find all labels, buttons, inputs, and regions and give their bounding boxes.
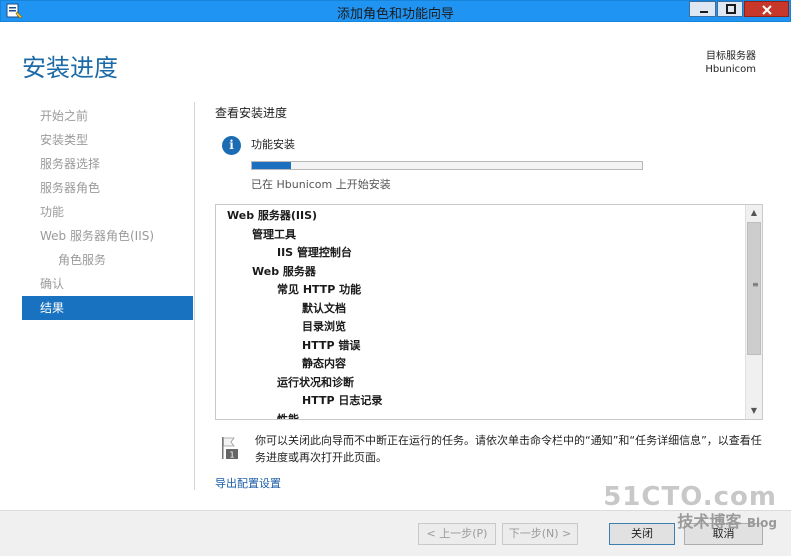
page-title: 安装进度 [22, 54, 118, 82]
feature-installation-label: 功能安装 [251, 138, 295, 151]
cancel-button[interactable]: 取消 [684, 523, 763, 545]
next-button[interactable]: 下一步(N) > [502, 523, 578, 545]
flag-number: 1 [229, 451, 234, 460]
notification-flag-icon: 1 [222, 437, 238, 460]
tree-item: HTTP 错误 [302, 338, 361, 352]
minimize-icon [700, 11, 708, 13]
tree-item: 性能 [277, 412, 299, 420]
tree-item: HTTP 日志记录 [302, 394, 383, 407]
nav-item-server-selection: 服务器选择 [40, 157, 101, 171]
title-bar: 添加角色和功能向导 [0, 0, 791, 22]
wizard-nav: 开始之前 安装类型 服务器选择 服务器角色 功能 Web 服务器角色(IIS) … [22, 104, 193, 320]
nav-item-results[interactable]: 结果 [22, 296, 193, 320]
tree-item: 管理工具 [252, 227, 296, 241]
feature-tree-list[interactable]: Web 服务器(IIS) 管理工具 IIS 管理控制台 Web 服务器常见 HTTP … [215, 204, 763, 420]
scroll-thumb[interactable]: ≡ [747, 222, 761, 355]
install-progress-bar [251, 161, 643, 170]
list-scrollbar[interactable]: ▲ ≡ ▼ [745, 205, 762, 419]
wizard-footer: < 上一步(P) 下一步(N) > 关闭 取消 [0, 510, 791, 556]
info-icon: i [222, 136, 241, 155]
maximize-icon [726, 4, 736, 14]
nav-item-server-roles: 服务器角色 [40, 181, 101, 195]
previous-button[interactable]: < 上一步(P) [418, 523, 496, 545]
export-configuration-link[interactable]: 导出配置设置 [215, 475, 281, 491]
nav-item-before-you-begin: 开始之前 [40, 109, 89, 123]
window-title: 添加角色和功能向导 [336, 7, 454, 22]
close-button[interactable]: 关闭 [609, 523, 675, 545]
maximize-button[interactable] [717, 1, 743, 17]
target-server: 目标服务器 Hbunicom [705, 50, 756, 76]
tree-item: Web 服务器(IIS) [227, 209, 318, 222]
target-server-name: Hbunicom [705, 64, 756, 75]
tree-item: 目录浏览 [302, 320, 346, 333]
install-status-text: 已在 Hbunicom 上开始安装 [251, 178, 391, 191]
feature-tree-rows: Web 服务器(IIS) 管理工具 IIS 管理控制台 Web 服务器常见 HTTP … [216, 207, 746, 419]
section-title: 查看安装进度 [215, 106, 288, 120]
nav-divider [194, 102, 195, 490]
close-window-button[interactable] [744, 1, 789, 17]
nav-item-confirmation: 确认 [40, 277, 65, 291]
tree-item: 默认文档 [302, 301, 346, 315]
wizard-window: 安装进度 目标服务器 Hbunicom 开始之前 安装类型 服务器选择 服务器角… [0, 22, 791, 556]
nav-item-installation-type: 安装类型 [40, 133, 89, 147]
close-icon [762, 5, 772, 15]
grip-icon: ≡ [752, 280, 759, 289]
progress-fill [252, 162, 291, 169]
tree-item: 常见 HTTP 功能 [277, 283, 362, 296]
scroll-up-icon[interactable]: ▲ [746, 205, 762, 221]
nav-item-role-services: 角色服务 [58, 253, 107, 267]
close-wizard-notice: 你可以关闭此向导而不中断正在运行的任务。请依次单击命令栏中的“通知”和“任务详细… [255, 434, 762, 464]
tree-item: IIS 管理控制台 [277, 246, 352, 259]
watermark-site: 51CTO.com [603, 482, 777, 512]
tree-item: 运行状况和诊断 [277, 375, 354, 389]
nav-item-web-server-role: Web 服务器角色(IIS) [40, 229, 155, 243]
tree-item: 静态内容 [302, 357, 346, 370]
scroll-down-icon[interactable]: ▼ [746, 403, 762, 419]
nav-item-features: 功能 [40, 205, 65, 219]
minimize-button[interactable] [689, 1, 716, 17]
tree-item: Web 服务器 [252, 264, 316, 278]
target-server-label: 目标服务器 [706, 51, 756, 62]
